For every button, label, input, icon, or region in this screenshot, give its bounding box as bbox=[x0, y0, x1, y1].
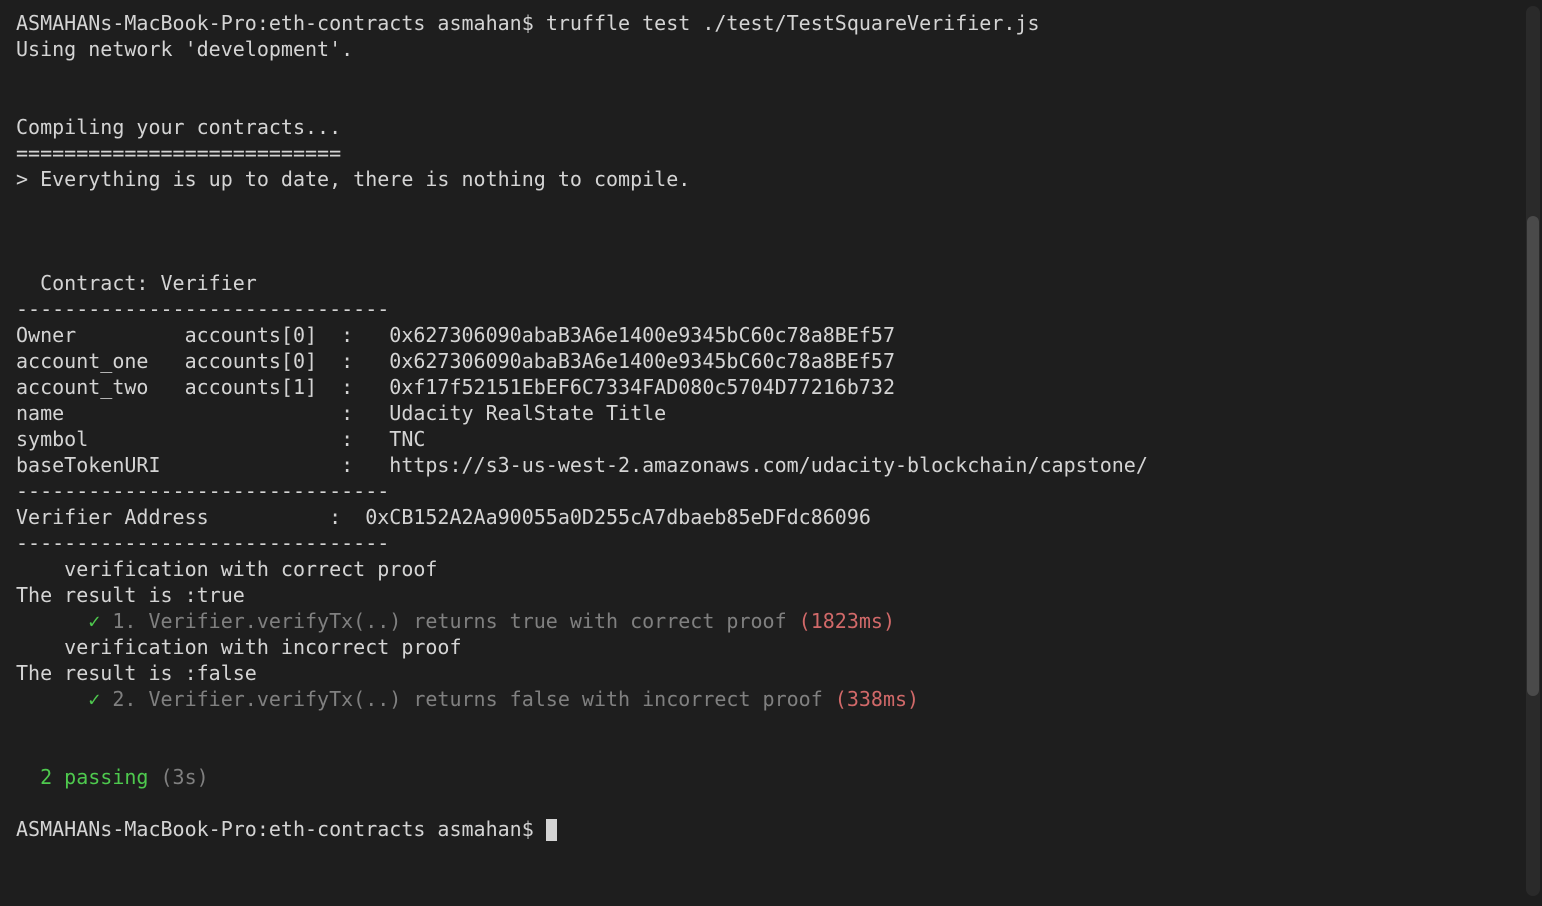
blank bbox=[16, 218, 1416, 244]
test-result-1: ✓ 1. Verifier.verifyTx(..) returns true … bbox=[16, 608, 1416, 634]
check-icon: ✓ bbox=[16, 687, 112, 711]
test-result-2: ✓ 2. Verifier.verifyTx(..) returns false… bbox=[16, 686, 1416, 712]
command-text: truffle test ./test/TestSquareVerifier.j… bbox=[546, 11, 1040, 35]
test-description: 1. Verifier.verifyTx(..) returns true wi… bbox=[112, 609, 798, 633]
terminal-output: ASMAHANs-MacBook-Pro:eth-contracts asmah… bbox=[16, 10, 1416, 842]
test-duration: (1823ms) bbox=[799, 609, 895, 633]
info-name: name : Udacity RealState Title bbox=[16, 400, 1416, 426]
test-section: verification with correct proof bbox=[16, 556, 1416, 582]
summary-line: 2 passing (3s) bbox=[16, 764, 1416, 790]
blank bbox=[16, 192, 1416, 218]
status-line: > Everything is up to date, there is not… bbox=[16, 166, 1416, 192]
contract-header: Contract: Verifier bbox=[16, 270, 1416, 296]
info-account-one: account_one accounts[0] : 0x627306090aba… bbox=[16, 348, 1416, 374]
scrollbar-thumb[interactable] bbox=[1527, 216, 1539, 696]
divider: ------------------------------- bbox=[16, 530, 1416, 556]
passing-time: (3s) bbox=[148, 765, 208, 789]
blank bbox=[16, 88, 1416, 114]
test-duration: (338ms) bbox=[835, 687, 919, 711]
network-line: Using network 'development'. bbox=[16, 36, 1416, 62]
prompt: ASMAHANs-MacBook-Pro:eth-contracts asmah… bbox=[16, 11, 546, 35]
command-line: ASMAHANs-MacBook-Pro:eth-contracts asmah… bbox=[16, 10, 1416, 36]
info-account-two: account_two accounts[1] : 0xf17f52151EbE… bbox=[16, 374, 1416, 400]
check-icon: ✓ bbox=[16, 609, 112, 633]
scrollbar[interactable] bbox=[1526, 6, 1540, 896]
result-line: The result is :true bbox=[16, 582, 1416, 608]
info-symbol: symbol : TNC bbox=[16, 426, 1416, 452]
prompt-line[interactable]: ASMAHANs-MacBook-Pro:eth-contracts asmah… bbox=[16, 816, 1416, 842]
divider: ------------------------------- bbox=[16, 478, 1416, 504]
result-line: The result is :false bbox=[16, 660, 1416, 686]
blank bbox=[16, 712, 1416, 738]
prompt: ASMAHANs-MacBook-Pro:eth-contracts asmah… bbox=[16, 817, 546, 841]
divider: ------------------------------- bbox=[16, 296, 1416, 322]
passing-count: 2 passing bbox=[16, 765, 148, 789]
info-verifier-address: Verifier Address : 0xCB152A2Aa90055a0D25… bbox=[16, 504, 1416, 530]
blank bbox=[16, 738, 1416, 764]
test-description: 2. Verifier.verifyTx(..) returns false w… bbox=[112, 687, 834, 711]
blank bbox=[16, 790, 1416, 816]
divider: =========================== bbox=[16, 140, 1416, 166]
info-base-uri: baseTokenURI : https://s3-us-west-2.amaz… bbox=[16, 452, 1416, 478]
compiling-line: Compiling your contracts... bbox=[16, 114, 1416, 140]
blank bbox=[16, 244, 1416, 270]
test-section: verification with incorrect proof bbox=[16, 634, 1416, 660]
cursor bbox=[546, 819, 557, 841]
info-owner: Owner accounts[0] : 0x627306090abaB3A6e1… bbox=[16, 322, 1416, 348]
blank bbox=[16, 62, 1416, 88]
